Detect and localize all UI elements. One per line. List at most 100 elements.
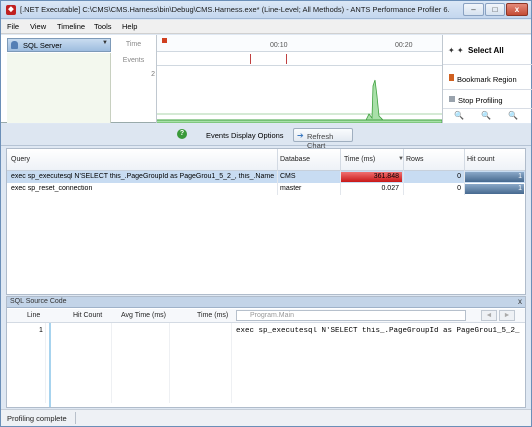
sql-results-table: Query Database Time (ms) ▼ Rows Hit coun… (6, 148, 526, 295)
timeline-track[interactable]: 00:10 00:20 (156, 35, 443, 124)
expand-arrows-icon: ✦ ✦ (448, 46, 464, 55)
rows-cell: 0 (457, 185, 461, 192)
column-header-time[interactable]: Time (ms) (344, 156, 375, 163)
table-row[interactable]: exec sp_executesql N'SELECT this_.PageGr… (7, 171, 525, 183)
column-separator (277, 149, 278, 171)
help-icon[interactable]: ? (177, 129, 187, 139)
events-toolbar: ? Events Display Options ➔ Refresh Chart (1, 124, 531, 150)
tick-label: 00:10 (270, 42, 288, 49)
status-text: Profiling complete (7, 414, 67, 423)
stop-icon (449, 96, 455, 102)
tick-label: 00:20 (395, 42, 413, 49)
counter-list-area (7, 53, 111, 123)
query-cell: exec sp_executesql N'SELECT this_.PageGr… (11, 173, 275, 180)
chevron-down-icon[interactable]: ▼ (102, 40, 108, 46)
stop-profiling-button[interactable]: Stop Profiling (443, 91, 532, 109)
column-header-rows[interactable]: Rows (406, 156, 424, 163)
column-separator (277, 171, 278, 195)
column-separator (45, 323, 46, 403)
zoom-fit-icon[interactable]: 🔍 (503, 111, 523, 122)
minimize-button[interactable]: ‒ (463, 3, 484, 16)
column-separator (464, 171, 465, 195)
zoom-in-icon[interactable]: 🔍 (449, 111, 469, 122)
timeline-panel: SQL Server ▼ Time Events 2 00:10 00:20 ✦… (1, 35, 532, 124)
bookmark-region-button[interactable]: Bookmark Region (443, 66, 532, 90)
method-combo[interactable]: Program.Main (236, 310, 466, 321)
counter-graph[interactable] (157, 66, 443, 124)
bookmark-icon (449, 74, 454, 81)
column-separator (403, 171, 404, 195)
line-marker-gutter (49, 323, 51, 407)
refresh-chart-button[interactable]: ➔ Refresh Chart (293, 128, 353, 150)
menu-view[interactable]: View (30, 22, 46, 31)
events-band[interactable] (157, 52, 442, 66)
sql-code-line[interactable]: exec sp_executesql N'SELECT this_.PageGr… (236, 327, 521, 335)
axis-max-label: 2 (151, 71, 155, 78)
stop-profiling-label: Stop Profiling (458, 96, 503, 105)
ants-profiler-icon[interactable]: ◆ (6, 5, 16, 15)
query-cell: exec sp_reset_connection (11, 185, 93, 192)
hit-count-cell: 1 (518, 173, 522, 180)
database-icon (11, 41, 18, 49)
status-separator (75, 412, 76, 424)
bookmark-flag-icon (162, 38, 167, 43)
time-cell: 361.848 (373, 173, 399, 180)
zoom-out-icon[interactable]: 🔍 (476, 111, 496, 122)
column-separator (169, 323, 170, 403)
source-panel-title: SQL Source Code (10, 298, 67, 305)
column-header-hit-count[interactable]: Hit count (467, 156, 495, 163)
source-header: Line Hit Count Avg Time (ms) Time (ms) P… (7, 309, 525, 323)
column-header-time[interactable]: Time (ms) (197, 312, 228, 319)
table-row[interactable]: exec sp_reset_connection master 0.027 0 … (7, 183, 525, 195)
select-all-label: Select All (468, 46, 504, 55)
column-separator (464, 149, 465, 171)
hit-count-cell: 1 (518, 185, 522, 192)
database-cell: master (280, 185, 302, 192)
menu-bar: File View Timeline Tools Help (1, 20, 531, 34)
time-row-label: Time (125, 41, 142, 48)
menu-file[interactable]: File (7, 22, 19, 31)
status-bar: Profiling complete (1, 409, 531, 426)
rows-cell: 0 (457, 173, 461, 180)
back-arrow-icon[interactable]: ◄ (481, 310, 497, 321)
column-separator (340, 171, 341, 195)
close-button[interactable]: x (506, 3, 528, 16)
source-panel-title-bar: SQL Source Code x (7, 297, 525, 308)
bookmark-region-label: Bookmark Region (457, 75, 517, 84)
method-combo-value: Program.Main (250, 312, 294, 319)
window-title: [.NET Executable] C:\CMS\CMS.Harness\bin… (20, 5, 450, 14)
selector-label: SQL Server (23, 41, 62, 50)
select-all-button[interactable]: ✦ ✦ Select All (443, 35, 532, 65)
menu-help[interactable]: Help (122, 22, 137, 31)
column-separator (231, 323, 232, 403)
sql-source-panel: SQL Source Code x Line Hit Count Avg Tim… (6, 296, 526, 408)
column-header-hit-count[interactable]: Hit Count (73, 312, 102, 319)
counter-selector[interactable]: SQL Server ▼ (7, 38, 111, 52)
column-header-line[interactable]: Line (27, 312, 40, 319)
title-bar: ◆ [.NET Executable] C:\CMS\CMS.Harness\b… (1, 1, 531, 19)
table-header: Query Database Time (ms) ▼ Rows Hit coun… (7, 149, 525, 171)
timeline-actions: ✦ ✦ Select All Bookmark Region Stop Prof… (442, 35, 532, 123)
column-separator (403, 149, 404, 171)
column-header-database[interactable]: Database (280, 156, 310, 163)
counter-graph-svg (157, 79, 443, 124)
time-cell: 0.027 (381, 185, 399, 192)
events-display-options-link[interactable]: Events Display Options (206, 131, 284, 140)
refresh-icon: ➔ (297, 131, 304, 140)
column-header-avg-time[interactable]: Avg Time (ms) (121, 312, 166, 319)
event-marker[interactable] (286, 54, 287, 64)
forward-arrow-icon[interactable]: ► (499, 310, 515, 321)
line-number: 1 (39, 327, 43, 334)
column-separator (340, 149, 341, 171)
close-icon[interactable]: x (518, 297, 522, 306)
app-window: ◆ [.NET Executable] C:\CMS\CMS.Harness\b… (0, 0, 532, 427)
column-header-query[interactable]: Query (11, 156, 30, 163)
column-separator (111, 323, 112, 403)
events-row-label: Events (122, 57, 145, 64)
time-ruler[interactable]: 00:10 00:20 (157, 35, 442, 52)
event-marker[interactable] (250, 54, 251, 64)
menu-timeline[interactable]: Timeline (57, 22, 85, 31)
menu-tools[interactable]: Tools (94, 22, 112, 31)
database-cell: CMS (280, 173, 296, 180)
maximize-button[interactable]: □ (485, 3, 505, 16)
